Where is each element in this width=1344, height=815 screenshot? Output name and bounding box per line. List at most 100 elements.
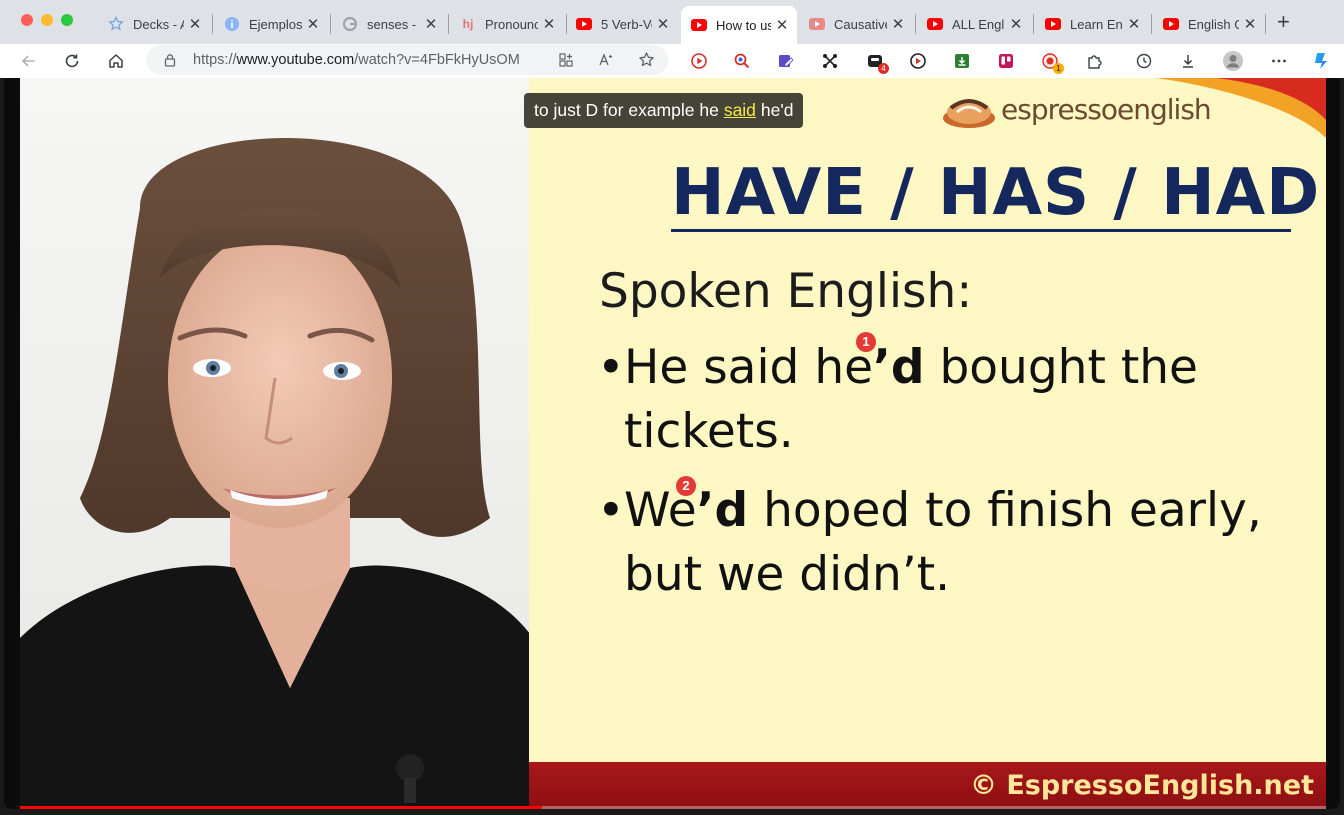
tab-label: How to use xyxy=(716,17,771,33)
tab-learn-english[interactable]: Learn English ✕ xyxy=(1035,8,1149,40)
trello-extension[interactable] xyxy=(995,50,1017,72)
home-icon xyxy=(109,54,123,68)
extensions-button[interactable] xyxy=(1084,50,1106,72)
tab-label: senses - Google xyxy=(367,16,420,32)
download-icon xyxy=(1183,55,1193,68)
tab-english-grammar[interactable]: English Grammar ✕ xyxy=(1153,8,1265,40)
address-bar[interactable]: https://www.youtube.com/watch?v=4FbFkHyU… xyxy=(146,45,668,75)
tab-label: ALL English xyxy=(952,16,1005,32)
espresso-brand-logo: espressoenglish xyxy=(939,88,1212,130)
tab-causative[interactable]: Causative ✕ xyxy=(799,8,913,40)
trello-icon xyxy=(999,54,1013,68)
coffee-cup-icon xyxy=(943,99,995,128)
tab-label: Learn English xyxy=(1070,16,1123,32)
copilot-button[interactable] xyxy=(1310,50,1332,72)
video-progress-played xyxy=(20,806,543,809)
tab-verb-verb[interactable]: 5 Verb-Verb ✕ xyxy=(566,8,678,40)
tab-label: 5 Verb-Verb xyxy=(601,16,652,32)
zoom-search-icon xyxy=(734,53,750,69)
media-play-icon xyxy=(691,53,707,69)
red-circle-extension[interactable]: 1 xyxy=(1039,50,1064,74)
video-caption[interactable]: to just D for example he said he'd xyxy=(524,93,804,128)
slide-footer: © EspressoEnglish.net xyxy=(529,762,1326,809)
lesson-slide: espressoenglish HAVE / HAS / HAD Spoken … xyxy=(529,78,1326,809)
app-available-icon[interactable] xyxy=(558,52,574,68)
hj-icon: hj xyxy=(462,17,474,31)
video-player[interactable]: espressoenglish HAVE / HAS / HAD Spoken … xyxy=(4,78,1340,809)
media-play-extension[interactable] xyxy=(688,50,710,72)
anki-star-icon xyxy=(108,16,124,32)
url-text[interactable]: https://www.youtube.com/watch?v=4FbFkHyU… xyxy=(193,52,520,68)
history-icon xyxy=(1136,53,1152,69)
tab-ejemplos[interactable]: Ejemplos ✕ xyxy=(214,8,328,40)
reload-icon xyxy=(65,54,79,68)
edit-pen-icon xyxy=(779,55,794,67)
tab-label: Causative xyxy=(834,16,887,32)
title-underline xyxy=(671,229,1291,232)
tab-close-icon[interactable]: ✕ xyxy=(656,15,670,33)
caption-highlight-word: said xyxy=(723,100,756,120)
more-menu-button[interactable] xyxy=(1268,50,1290,72)
caption-text: he'd xyxy=(760,100,794,120)
home-button[interactable] xyxy=(104,49,128,73)
screen-record-icon xyxy=(910,53,926,69)
tab-label: English Grammar xyxy=(1188,16,1239,32)
tab-close-icon[interactable]: ✕ xyxy=(775,16,789,34)
favorite-star-icon[interactable] xyxy=(638,51,655,68)
downloads-button[interactable] xyxy=(1177,50,1199,72)
youtube-icon xyxy=(576,16,592,32)
tab-senses[interactable]: senses - Google ✕ xyxy=(332,8,446,40)
copilot-icon xyxy=(1315,53,1327,69)
new-tab-button[interactable]: + xyxy=(1277,11,1290,33)
tab-decks[interactable]: Decks - Anki ✕ xyxy=(98,8,210,40)
tab-close-icon[interactable]: ✕ xyxy=(891,15,905,33)
window-minimize-button[interactable] xyxy=(41,14,53,26)
caption-text: to just D for example he xyxy=(534,100,719,120)
tab-label: Ejemplos xyxy=(249,16,302,32)
network-nodes-extension[interactable] xyxy=(819,50,841,72)
lock-icon[interactable] xyxy=(163,53,177,67)
tab-close-icon[interactable]: ✕ xyxy=(306,15,320,33)
slide-title: HAVE / HAS / HAD xyxy=(671,156,1321,230)
screen-record-extension[interactable] xyxy=(907,50,929,72)
window-maximize-button[interactable] xyxy=(61,14,73,26)
network-nodes-icon xyxy=(823,54,837,68)
window-close-button[interactable] xyxy=(21,14,33,26)
tab-close-icon[interactable]: ✕ xyxy=(1127,15,1141,33)
tab-close-icon[interactable]: ✕ xyxy=(542,15,556,33)
profile-button[interactable] xyxy=(1222,50,1244,72)
extension-badge: 1 xyxy=(1053,63,1064,74)
google-icon xyxy=(342,16,358,32)
dark-extension[interactable]: 4 xyxy=(864,50,889,74)
tab-close-icon[interactable]: ✕ xyxy=(424,15,438,33)
read-aloud-icon[interactable] xyxy=(598,52,615,68)
presenter-video-area xyxy=(20,78,533,809)
tab-label: Pronounce xyxy=(485,16,538,32)
reload-button[interactable] xyxy=(60,49,84,73)
extension-badge: 4 xyxy=(878,63,889,74)
history-button[interactable] xyxy=(1133,50,1155,72)
marker-badge-1: 1 xyxy=(856,332,876,352)
marker-badge-2: 2 xyxy=(676,476,696,496)
zoom-search-extension[interactable] xyxy=(731,50,753,72)
browser-toolbar: https://www.youtube.com/watch?v=4FbFkHyU… xyxy=(0,44,1344,78)
tab-close-icon[interactable]: ✕ xyxy=(188,15,202,33)
youtube-icon xyxy=(809,16,825,32)
video-progress-bar[interactable] xyxy=(20,806,1326,809)
back-button[interactable] xyxy=(16,49,40,73)
tab-how-to-use[interactable]: How to use ✕ xyxy=(681,6,797,44)
tab-close-icon[interactable]: ✕ xyxy=(1009,15,1023,33)
youtube-icon xyxy=(927,16,943,32)
brand-text: espressoenglish xyxy=(1001,92,1212,126)
page-content: espressoenglish HAVE / HAS / HAD Spoken … xyxy=(0,78,1344,815)
youtube-icon xyxy=(691,17,707,33)
info-icon xyxy=(224,16,240,32)
download-box-extension[interactable] xyxy=(951,50,973,72)
tab-all-english[interactable]: ALL English ✕ xyxy=(917,8,1031,40)
download-box-icon xyxy=(955,54,969,68)
tab-pronounce[interactable]: hj Pronounce ✕ xyxy=(450,8,564,40)
tab-label: Decks - Anki xyxy=(133,16,184,32)
tab-close-icon[interactable]: ✕ xyxy=(1243,15,1257,33)
edit-pen-extension[interactable] xyxy=(775,50,797,72)
youtube-icon xyxy=(1163,16,1179,32)
